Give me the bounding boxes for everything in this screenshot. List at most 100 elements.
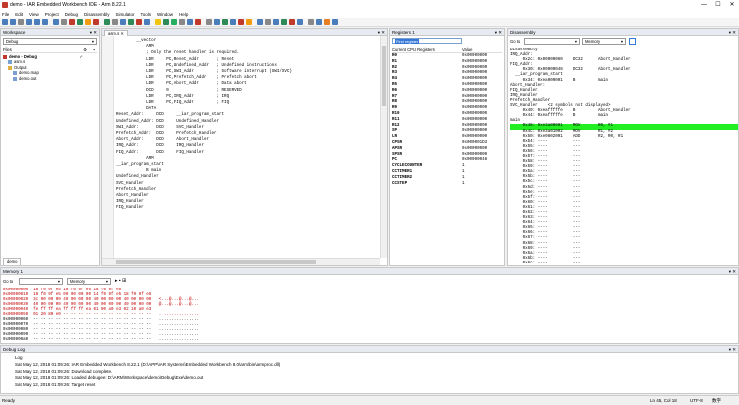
toolbar-button-icon[interactable]	[222, 19, 228, 25]
toolbar-button-icon[interactable]	[53, 19, 59, 25]
toolbar-button-icon[interactable]	[273, 19, 279, 25]
status-text: Ready	[2, 398, 16, 403]
toolbar-button-icon[interactable]	[332, 19, 338, 25]
tree-item[interactable]: demo.out	[3, 76, 97, 81]
register-list: R0 0x00000000 R1 0x00000000 R2 0x00000000 R3 0x…	[392, 54, 502, 187]
toolbar-button-icon[interactable]	[42, 19, 48, 25]
workspace-title: Workspace ▾ ✕	[1, 29, 99, 36]
menu-item-view[interactable]: View	[29, 12, 39, 17]
register-name: R0	[392, 54, 398, 58]
toolbar-button-icon[interactable]	[238, 19, 244, 25]
toolbar-button-icon[interactable]	[61, 19, 67, 25]
register-name: R6	[392, 88, 398, 93]
menu-item-project[interactable]: Project	[45, 12, 59, 17]
toolbar-button-icon[interactable]	[281, 19, 287, 25]
toolbar-button-icon[interactable]	[69, 19, 75, 25]
toolbar-button-icon[interactable]	[128, 19, 134, 25]
toolbar-button-icon[interactable]	[316, 19, 322, 25]
toolbar-button-icon[interactable]	[257, 19, 263, 25]
memory-line[interactable]: 0x000000a0 -- -- -- -- -- -- -- -- -- --…	[3, 338, 243, 343]
menu-item-file[interactable]: File	[2, 12, 9, 17]
register-name: CCTIMER1	[392, 169, 413, 174]
toolbar-button-icon[interactable]	[206, 19, 212, 25]
toolbar-button-icon[interactable]	[77, 19, 83, 25]
register-name: CYCLECOUNTER	[392, 164, 423, 169]
toolbar-button-icon[interactable]	[163, 19, 169, 25]
menu-item-disassembly[interactable]: Disassembly	[84, 12, 110, 17]
hscroll-thumb[interactable]	[116, 260, 316, 264]
register-name: CCSTEP	[392, 181, 408, 186]
toolbar-button-icon[interactable]	[120, 19, 126, 25]
toolbar-button-icon[interactable]	[10, 19, 16, 25]
disasm-memory-select[interactable]: Memory ▾	[582, 38, 626, 45]
memory-pane: Memory 1 ▾ ✕ Go to ▾ Memory ▾ ▸ ▪ ⊞ 0x0000…	[0, 267, 739, 344]
gear-icon[interactable]: ⚙	[83, 47, 87, 52]
editor-pane: asm.s ✕ ▾ ✕ __vector ARM ; Only the rese…	[101, 28, 388, 266]
menu-item-debug[interactable]: Debug	[65, 12, 78, 17]
toolbar-button-icon[interactable]	[155, 19, 161, 25]
pane-pin-icon[interactable]: ▾ ✕	[729, 346, 736, 353]
editor-close-icon[interactable]: ▾ ✕	[378, 29, 385, 36]
memory-dump[interactable]: 0x00000000 18 f0 9f e5 18 f0 9f e5 18 f0…	[3, 288, 243, 343]
toolbar-button-icon[interactable]	[297, 19, 303, 25]
file-tree: demo - Debug ✓ asm.s Output demo.map demo.out	[3, 54, 97, 81]
minimize-button[interactable]: —	[697, 0, 711, 10]
menu-item-edit[interactable]: Edit	[15, 12, 23, 17]
register-name: R5	[392, 82, 398, 87]
editor-code[interactable]: __vector ARM ; Only the reset handler is…	[116, 38, 378, 262]
tab-workspace-demo[interactable]: demo	[3, 258, 22, 265]
toolbar-button-icon[interactable]	[93, 19, 99, 25]
maximize-button[interactable]: ☐	[711, 0, 725, 10]
register-name: PC	[392, 158, 398, 163]
register-find-input[interactable]: Find register	[392, 38, 462, 44]
toolbar-button-icon[interactable]	[104, 19, 110, 25]
menu-item-window[interactable]: Window	[157, 12, 173, 17]
register-name: R11	[392, 117, 400, 122]
register-name: R8	[392, 100, 398, 105]
memory-toolbar-icons[interactable]: ▸ ▪ ⊞	[115, 278, 126, 284]
menu-item-help[interactable]: Help	[179, 12, 188, 17]
toolbar-button-icon[interactable]	[18, 19, 24, 25]
menu-item-tools[interactable]: Tools	[141, 12, 152, 17]
memory-title: Memory 1 ▾ ✕	[1, 268, 738, 275]
disasm-line[interactable]: 0x6c: ---- ---	[510, 262, 738, 263]
memory-select[interactable]: Memory ▾	[67, 278, 111, 285]
disassembly-list[interactable]: Disassembly IRQ_Addr: 0x2c: 0x00000060 DC…	[510, 48, 738, 263]
pane-pin-icon[interactable]: ▾ ✕	[729, 268, 736, 275]
toolbar-button-icon[interactable]	[187, 19, 193, 25]
close-button[interactable]: ✕	[725, 0, 739, 10]
pane-pin-icon[interactable]: ▾ ✕	[729, 29, 736, 36]
toolbar-button-icon[interactable]	[265, 19, 271, 25]
tree-item-label: Output	[14, 64, 27, 70]
toolbar-button-icon[interactable]	[324, 19, 330, 25]
toolbar-button-icon[interactable]	[34, 19, 40, 25]
toolbar-button-icon[interactable]	[246, 19, 252, 25]
pane-pin-icon[interactable]: ▾ ✕	[495, 29, 502, 36]
disasm-goto-input[interactable]: ▾	[524, 38, 580, 45]
toolbar-button-icon[interactable]	[195, 19, 201, 25]
menu-item-simulator[interactable]: Simulator	[116, 12, 135, 17]
toolbar-button-icon[interactable]	[308, 19, 314, 25]
register-row[interactable]: CCSTEP 1	[392, 182, 502, 188]
log-line: Sat May 12, 2018 01:09:26: Target reset	[15, 381, 96, 387]
register-value: 1	[462, 181, 465, 186]
editor-hscrollbar[interactable]	[102, 258, 380, 265]
disasm-refresh-icon[interactable]	[629, 38, 636, 45]
memory-goto-input[interactable]: ▾	[19, 278, 63, 285]
toolbar-button-icon[interactable]	[179, 19, 185, 25]
toolbar-button-icon[interactable]	[112, 19, 118, 25]
toolbar-button-icon[interactable]	[85, 19, 91, 25]
editor-vscrollbar[interactable]	[380, 36, 387, 258]
toolbar-button-icon[interactable]	[289, 19, 295, 25]
toolbar-button-icon[interactable]	[171, 19, 177, 25]
toolbar-button-icon[interactable]	[144, 19, 150, 25]
toolbar-button-icon[interactable]	[2, 19, 8, 25]
toolbar-button-icon[interactable]	[230, 19, 236, 25]
toolbar-button-icon[interactable]	[26, 19, 32, 25]
pane-pin-icon[interactable]: ▾ ✕	[90, 29, 97, 36]
toolbar-button-icon[interactable]	[214, 19, 220, 25]
scroll-thumb[interactable]	[382, 46, 386, 106]
toolbar-button-icon[interactable]	[136, 19, 142, 25]
config-select[interactable]: Debug ▾	[3, 38, 97, 45]
register-name: CCTIMER2	[392, 175, 413, 180]
